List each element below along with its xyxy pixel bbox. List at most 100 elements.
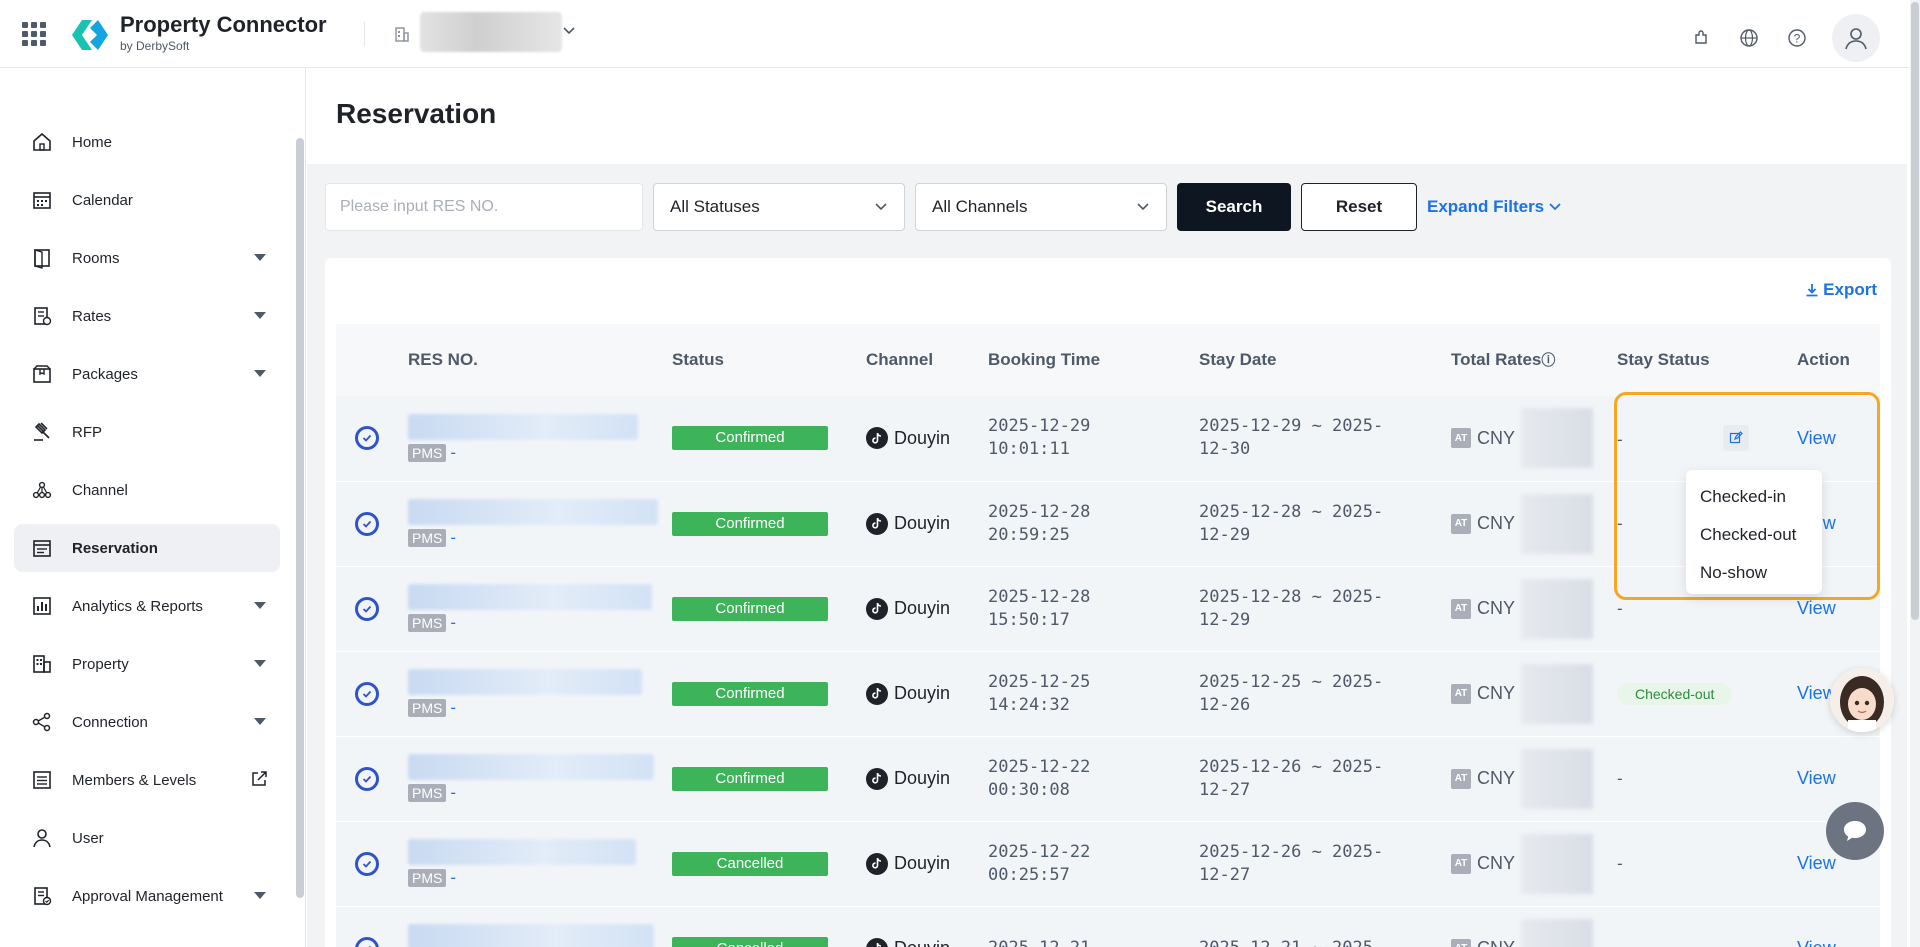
table-row[interactable]: PMS - Confirmed Douyin 2025-12-28 15:50:17 202…	[336, 566, 1880, 651]
table-row[interactable]: PMS - Confirmed Douyin 2025-12-22 00:30:08 202…	[336, 736, 1880, 821]
sidebar-item-analytics-reports[interactable]: Analytics & Reports	[14, 582, 280, 630]
status-badge: Confirmed	[672, 426, 828, 451]
res-no-input[interactable]: Please input RES NO.	[325, 183, 643, 231]
pms-tag: PMS	[408, 443, 447, 462]
external-link-icon[interactable]	[250, 770, 268, 793]
view-link[interactable]: View	[1797, 938, 1836, 947]
sidebar-item-approval-management[interactable]: Approval Management	[14, 872, 280, 920]
channel-select[interactable]: All Channels	[915, 183, 1167, 231]
row-checkbox[interactable]	[355, 596, 379, 621]
globe-icon[interactable]	[1736, 25, 1762, 51]
rates-icon	[30, 304, 54, 328]
sidebar-item-calendar[interactable]: Calendar	[14, 176, 280, 224]
res-no-link[interactable]	[408, 754, 654, 780]
total-rate-cell: AT CNY	[1451, 408, 1617, 469]
dropdown-option-checked-in[interactable]: Checked-in	[1686, 478, 1822, 516]
row-checkbox[interactable]	[355, 851, 379, 876]
sidebar-item-home[interactable]: Home	[14, 118, 280, 166]
status-badge: Cancelled	[672, 851, 828, 876]
sidebar-item-label: Calendar	[72, 191, 133, 209]
expand-filters-label: Expand Filters	[1427, 197, 1545, 216]
property-selector[interactable]	[420, 12, 562, 52]
row-checkbox[interactable]	[355, 766, 379, 791]
network-icon	[30, 478, 54, 502]
res-no-link[interactable]	[408, 584, 652, 610]
channel-cell: Douyin	[866, 937, 988, 947]
table-row[interactable]: PMS - Confirmed Douyin 2025-12-28 20:59:25 202…	[336, 481, 1880, 566]
res-no-link[interactable]	[408, 839, 636, 865]
pms-tag: PMS	[408, 784, 447, 802]
help-icon[interactable]: ?	[1784, 25, 1810, 51]
door-icon	[30, 246, 54, 270]
res-no-link[interactable]	[408, 669, 642, 695]
sidebar-item-label: Analytics & Reports	[72, 597, 203, 615]
sidebar-scrollbar[interactable]	[296, 138, 304, 898]
view-link[interactable]: View	[1797, 768, 1836, 788]
chat-icon[interactable]	[1826, 802, 1884, 860]
info-icon[interactable]: ⓘ	[1541, 352, 1555, 368]
channel-name: Douyin	[894, 683, 951, 703]
stay-date-end: 12-26	[1199, 694, 1251, 715]
expand-filters-link[interactable]: Expand Filters	[1427, 197, 1562, 217]
dropdown-option-no-show[interactable]: No-show	[1686, 554, 1822, 592]
booking-time: 00:30:08	[988, 779, 1070, 800]
filter-bar: Please input RES NO. All Statuses All Ch…	[325, 183, 1562, 231]
sidebar-item-label: Property	[72, 655, 129, 673]
sidebar-item-property[interactable]: Property	[14, 640, 280, 688]
search-button[interactable]: Search	[1177, 183, 1291, 231]
stay-date-end: 12-27	[1199, 864, 1251, 885]
currency: CNY	[1477, 853, 1516, 873]
sidebar-item-rooms[interactable]: Rooms	[14, 234, 280, 282]
row-checkbox[interactable]	[355, 936, 379, 947]
stay-date-end: 12-29	[1199, 524, 1251, 545]
total-rate-cell: AT CNY	[1451, 493, 1617, 554]
sidebar-item-connection[interactable]: Connection	[14, 698, 280, 746]
sidebar-item-user[interactable]: User	[14, 814, 280, 862]
sidebar-item-reservation[interactable]: Reservation	[14, 524, 280, 572]
table-row[interactable]: PMS - Confirmed Douyin 2025-12-29 10:01:11 202…	[336, 396, 1880, 481]
view-link[interactable]: View	[1797, 853, 1836, 873]
table-row[interactable]: PMS - Confirmed Douyin 2025-12-25 14:24:32 202…	[336, 651, 1880, 736]
res-no-link[interactable]	[408, 924, 654, 947]
export-button[interactable]: Export	[1805, 280, 1877, 300]
table-row[interactable]: PMS - Cancelled Douyin 2025-12-22 00:25:57 202…	[336, 821, 1880, 906]
sidebar-item-rfp[interactable]: RFP	[14, 408, 280, 456]
stay-status-value: -	[1617, 430, 1623, 450]
booking-time: 14:24:32	[988, 694, 1070, 715]
row-checkbox[interactable]	[355, 426, 379, 451]
sidebar-item-rates[interactable]: Rates	[14, 292, 280, 340]
reset-button[interactable]: Reset	[1301, 183, 1417, 231]
col-action: Action	[1797, 350, 1850, 369]
pms-value: -	[450, 698, 457, 717]
channel-name: Douyin	[894, 513, 951, 533]
page-scrollbar[interactable]	[1910, 0, 1920, 947]
app-subtitle: by DerbySoft	[120, 39, 190, 53]
table-row[interactable]: PMS-CancelledDouyin2025-12-212025-12-21 …	[336, 906, 1880, 947]
booking-date: 2025-12-22	[988, 841, 1091, 862]
at-tag: AT	[1451, 513, 1471, 534]
rate-amount-redacted	[1521, 833, 1594, 894]
view-link[interactable]: View	[1797, 598, 1836, 618]
avatar[interactable]	[1832, 14, 1880, 62]
export-label: Export	[1823, 280, 1877, 299]
row-checkbox[interactable]	[355, 511, 379, 536]
col-status: Status	[672, 350, 724, 369]
col-stay-date: Stay Date	[1199, 350, 1277, 369]
channel-cell: Douyin	[866, 512, 988, 535]
res-no-link[interactable]	[408, 499, 658, 525]
edit-icon[interactable]	[1722, 425, 1749, 452]
extension-icon[interactable]	[1688, 25, 1714, 51]
download-icon	[1806, 284, 1818, 297]
caret-down-icon	[254, 660, 266, 667]
dropdown-option-checked-out[interactable]: Checked-out	[1686, 516, 1822, 554]
chevron-down-icon[interactable]	[562, 24, 576, 38]
sidebar-item-packages[interactable]: Packages	[14, 350, 280, 398]
view-link[interactable]: View	[1797, 428, 1836, 448]
sidebar-item-channel[interactable]: Channel	[14, 466, 280, 514]
sidebar-item-members-levels[interactable]: Members & Levels	[14, 756, 280, 804]
row-checkbox[interactable]	[355, 681, 379, 706]
res-no-link[interactable]	[408, 413, 638, 440]
apps-grid-icon[interactable]	[22, 22, 46, 46]
assistant-avatar-icon[interactable]	[1830, 668, 1894, 732]
status-select[interactable]: All Statuses	[653, 183, 905, 231]
